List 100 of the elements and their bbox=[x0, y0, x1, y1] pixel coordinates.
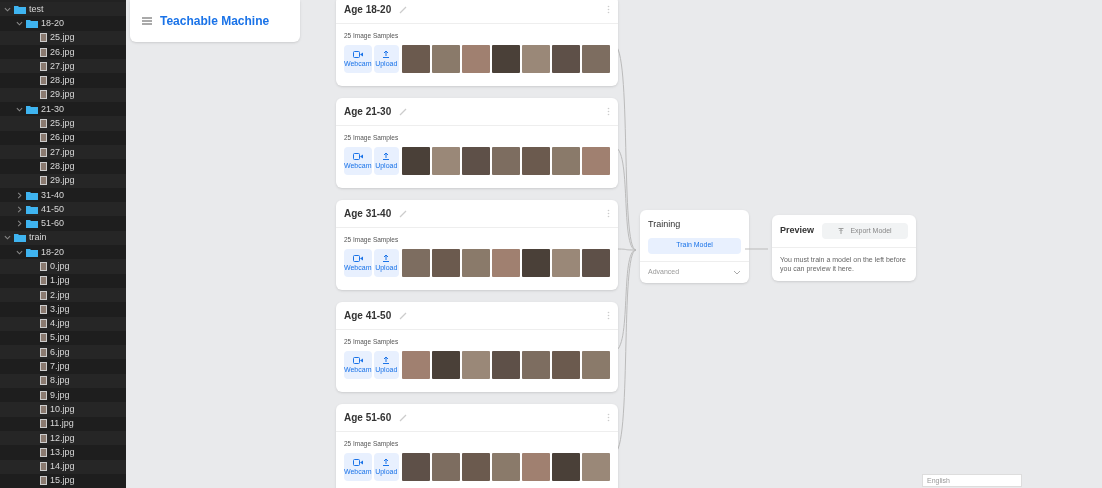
photo-placeholder bbox=[432, 452, 460, 481]
folder-icon bbox=[26, 190, 38, 200]
chevron-icon[interactable] bbox=[16, 220, 23, 228]
photo-placeholder bbox=[522, 350, 550, 379]
photo-placeholder bbox=[582, 248, 610, 277]
file-name[interactable]: 27.jpg bbox=[50, 61, 75, 71]
file-name[interactable]: 26.jpg bbox=[50, 47, 75, 57]
photo-placeholder bbox=[552, 452, 580, 481]
video-camera-icon bbox=[352, 458, 363, 466]
photo-placeholder bbox=[522, 248, 550, 277]
upload-icon bbox=[382, 254, 391, 263]
folder-name[interactable]: train bbox=[29, 233, 47, 243]
photo-placeholder bbox=[492, 248, 520, 277]
file-name[interactable]: 5.jpg bbox=[50, 333, 70, 343]
preview-title: Preview bbox=[780, 224, 815, 238]
upload-icon bbox=[382, 458, 391, 467]
chevron-icon[interactable] bbox=[733, 269, 741, 275]
file-name[interactable]: 6.jpg bbox=[50, 347, 70, 357]
photo-placeholder bbox=[462, 44, 490, 73]
chevron-icon[interactable] bbox=[16, 19, 23, 27]
photo-placeholder bbox=[582, 44, 610, 73]
folder-name[interactable]: 31-40 bbox=[41, 190, 65, 200]
folder-icon bbox=[14, 233, 26, 243]
photo-placeholder bbox=[522, 452, 550, 481]
photo-placeholder bbox=[492, 44, 520, 73]
menu-icon[interactable] bbox=[142, 17, 152, 25]
pencil-icon[interactable] bbox=[399, 107, 408, 116]
file-name[interactable]: 14.jpg bbox=[50, 462, 75, 472]
chevron-icon[interactable] bbox=[4, 234, 11, 242]
photo-placeholder bbox=[462, 146, 490, 175]
photo-placeholder bbox=[582, 350, 610, 379]
file-name[interactable]: 25.jpg bbox=[50, 33, 75, 43]
file-name[interactable]: 12.jpg bbox=[50, 433, 75, 443]
photo-placeholder bbox=[462, 452, 490, 481]
photo-placeholder bbox=[402, 452, 430, 481]
upload-icon bbox=[382, 152, 391, 161]
export-icon bbox=[838, 228, 845, 234]
photo-placeholder bbox=[492, 146, 520, 175]
folder-name[interactable]: 18-20 bbox=[41, 18, 65, 28]
class-name[interactable]: Age 18-20 bbox=[344, 2, 392, 17]
file-name[interactable]: 25.jpg bbox=[50, 119, 75, 128]
class-name[interactable]: Age 41-50 bbox=[344, 308, 392, 323]
photo-placeholder bbox=[582, 452, 610, 481]
file-name[interactable]: 28.jpg bbox=[50, 76, 75, 86]
file-name[interactable]: 15.jpg bbox=[50, 476, 75, 486]
file-name[interactable]: 2.jpg bbox=[50, 290, 70, 300]
file-name[interactable]: 0.jpg bbox=[50, 262, 70, 271]
pencil-icon[interactable] bbox=[399, 5, 408, 14]
photo-placeholder bbox=[552, 44, 580, 73]
class-name[interactable]: Age 51-60 bbox=[344, 410, 392, 425]
photo-placeholder bbox=[402, 44, 430, 73]
file-name[interactable]: 29.jpg bbox=[50, 176, 75, 186]
class-name[interactable]: Age 31-40 bbox=[344, 206, 392, 221]
folder-icon bbox=[14, 4, 26, 14]
chevron-icon[interactable] bbox=[4, 5, 11, 13]
folder-name[interactable]: test bbox=[29, 4, 44, 14]
training-title: Training bbox=[647, 218, 682, 231]
photo-placeholder bbox=[432, 248, 460, 277]
file-name[interactable]: 28.jpg bbox=[50, 161, 75, 171]
folder-name[interactable]: 51-60 bbox=[41, 219, 65, 229]
pencil-icon[interactable] bbox=[399, 311, 408, 320]
file-name[interactable]: 3.jpg bbox=[50, 304, 70, 314]
photo-placeholder bbox=[432, 350, 460, 379]
photo-placeholder bbox=[582, 146, 610, 175]
photo-placeholder bbox=[552, 146, 580, 175]
file-name[interactable]: 8.jpg bbox=[50, 376, 70, 386]
file-name[interactable]: 1.jpg bbox=[50, 276, 70, 286]
file-name[interactable]: 4.jpg bbox=[50, 319, 70, 329]
photo-placeholder bbox=[402, 248, 430, 277]
pencil-icon[interactable] bbox=[399, 413, 408, 422]
photo-placeholder bbox=[402, 350, 430, 379]
upload-icon bbox=[382, 356, 391, 365]
file-name[interactable]: 9.jpg bbox=[50, 390, 70, 400]
photo-placeholder bbox=[552, 248, 580, 277]
photo-placeholder bbox=[492, 350, 520, 379]
folder-name[interactable]: 21-30 bbox=[41, 104, 65, 114]
chevron-icon[interactable] bbox=[16, 248, 23, 256]
file-name[interactable]: 13.jpg bbox=[50, 447, 75, 457]
chevron-icon[interactable] bbox=[16, 105, 23, 113]
folder-name[interactable]: 41-50 bbox=[41, 204, 65, 214]
chevron-icon[interactable] bbox=[16, 191, 23, 199]
file-name[interactable]: 10.jpg bbox=[50, 404, 75, 414]
photo-placeholder bbox=[402, 146, 430, 175]
file-name[interactable]: 27.jpg bbox=[50, 147, 75, 157]
photo-placeholder bbox=[432, 146, 460, 175]
file-name[interactable]: 11.jpg bbox=[50, 419, 74, 429]
chevron-icon[interactable] bbox=[16, 205, 23, 213]
photo-placeholder bbox=[522, 44, 550, 73]
app-title: Teachable Machine bbox=[160, 13, 270, 30]
video-camera-icon bbox=[352, 254, 363, 262]
photo-placeholder bbox=[462, 248, 490, 277]
photo-placeholder bbox=[492, 452, 520, 481]
video-camera-icon bbox=[352, 356, 363, 364]
upload-icon bbox=[382, 50, 391, 59]
file-name[interactable]: 26.jpg bbox=[50, 133, 75, 143]
class-name[interactable]: Age 21-30 bbox=[344, 104, 392, 119]
folder-name[interactable]: 18-20 bbox=[41, 247, 65, 257]
file-name[interactable]: 7.jpg bbox=[50, 362, 70, 372]
file-name[interactable]: 29.jpg bbox=[50, 90, 75, 100]
pencil-icon[interactable] bbox=[399, 209, 408, 218]
